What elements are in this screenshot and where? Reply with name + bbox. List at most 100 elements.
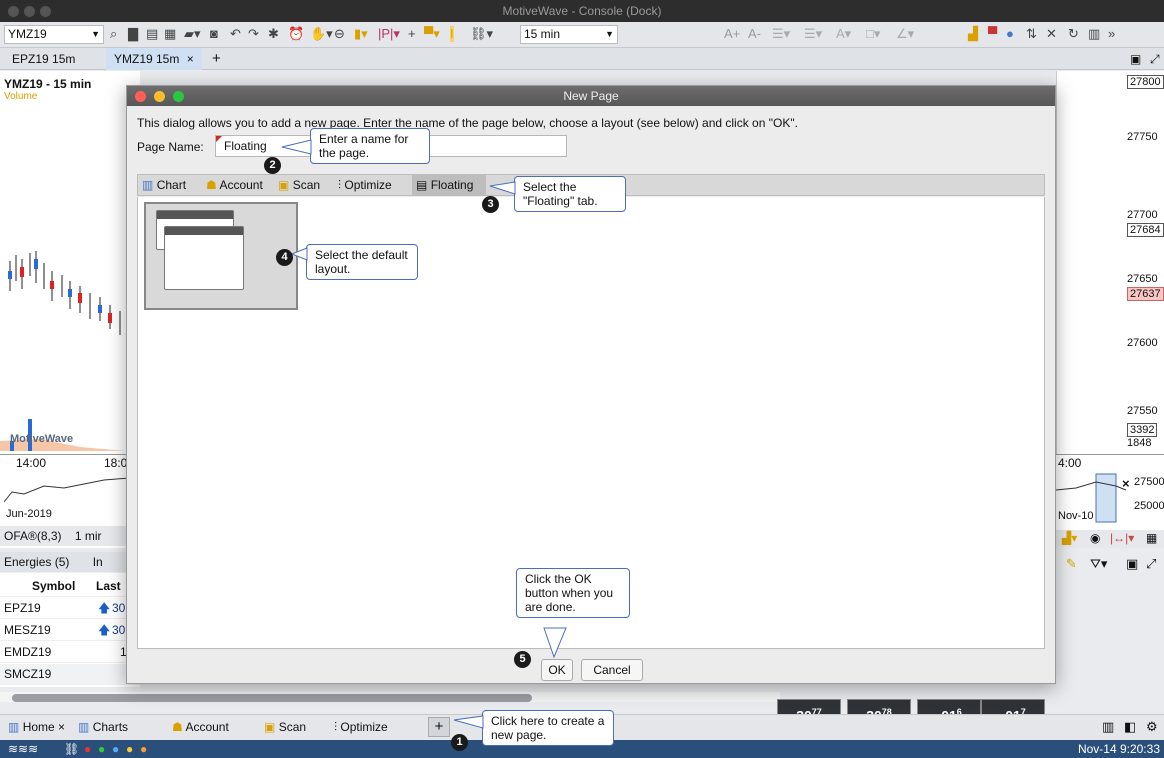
template-icon[interactable]: ▤ (146, 26, 158, 42)
add-icon[interactable]: + (408, 26, 416, 42)
callout-add-page: Click here to create a new page. (482, 710, 614, 746)
expand-icon[interactable]: ⤢ (1142, 48, 1164, 70)
tab-scan[interactable]: ▣ Scan (274, 175, 332, 195)
text-color-icon[interactable]: A▾ (836, 26, 851, 42)
up-arrow-icon: 🡅 (98, 601, 111, 615)
dialog-zoom-button[interactable] (173, 91, 184, 102)
scan-icon: ▣ (264, 720, 276, 734)
indicator-panel[interactable]: Jun-2019 OFA®(8,3) 1 mir (0, 470, 140, 548)
timeframe-select[interactable]: 15 min ▼ (520, 25, 618, 44)
range-icon[interactable]: |↔|▾ (1110, 531, 1134, 545)
table-row[interactable]: MESZ19 🡅 30 (0, 620, 140, 641)
window-title: MotiveWave - Console (Dock) (502, 4, 662, 18)
window-minimize-button[interactable] (24, 6, 35, 17)
calendar-icon[interactable]: ▦ (1146, 531, 1157, 545)
add-tab-button[interactable]: + (204, 48, 229, 70)
symbol-cell: MESZ19 (4, 623, 51, 637)
overflow-icon[interactable]: » (1108, 26, 1115, 42)
bottom-tab-charts[interactable]: ▥ Charts (78, 720, 128, 734)
fill-icon[interactable]: □▾ (866, 26, 880, 42)
watchlist-tab-other[interactable]: In (93, 555, 103, 569)
line-style-icon[interactable]: ∠▾ (896, 26, 914, 42)
dialog-close-button[interactable] (135, 91, 146, 102)
save-icon[interactable]: ▦ (164, 26, 176, 42)
search-icon[interactable]: ⌕ (110, 26, 117, 42)
panel-icon[interactable]: ▀▾ (424, 26, 440, 42)
watchlist-tab-energies[interactable]: Energies (5) (0, 555, 69, 569)
refresh-icon[interactable]: ↻ (1068, 26, 1079, 42)
eye-icon[interactable]: ◉ (1090, 531, 1100, 545)
chart-panel[interactable]: YMZ19 - 15 min Volume MotiveWave (0, 71, 140, 454)
hand-icon[interactable]: ✋▾ (310, 26, 333, 42)
horizontal-scrollbar-thumb[interactable] (12, 694, 532, 702)
date-label: Jun-2019 (6, 508, 52, 520)
link-icon[interactable]: ⛓▾ (470, 26, 493, 42)
bottom-tab-account[interactable]: ☗ Account (172, 720, 229, 734)
indicator-icon[interactable]: ▟▾ (1062, 531, 1077, 545)
filter-icon[interactable]: ⛛▾ (1090, 556, 1107, 572)
column-header-symbol[interactable]: Symbol (32, 576, 75, 597)
symbol-select[interactable]: YMZ19 ▼ (4, 25, 104, 44)
indicator-label-row[interactable]: OFA®(8,3) 1 mir (0, 526, 140, 546)
columns-icon[interactable]: ▥ (1102, 719, 1114, 735)
camera-icon[interactable]: ◙ (210, 26, 218, 42)
pencil-icon[interactable]: ✎ (1066, 556, 1077, 572)
gear-icon[interactable]: ⚙ (1146, 719, 1158, 735)
expand-icon[interactable]: ⤢ (1146, 556, 1156, 572)
crosshair-icon[interactable]: ✱ (268, 26, 279, 42)
align-icon[interactable]: ☰▾ (772, 26, 790, 42)
tab-account[interactable]: ☗ Account (202, 175, 272, 195)
layout-icon[interactable]: ▀ (988, 26, 997, 42)
sort-icon[interactable]: ⇅ (1026, 26, 1037, 42)
undo-icon[interactable]: ↶ (230, 26, 241, 42)
price-label: 27684 (1127, 223, 1164, 237)
tab-label: Account (219, 178, 263, 192)
close-icon[interactable]: × (58, 720, 65, 734)
period-icon[interactable]: |P|▾ (378, 26, 400, 42)
step-badge: 3 (482, 196, 499, 213)
right-indicator-panel[interactable]: × 27500 25000 Nov-10 (1056, 470, 1164, 530)
price-axis-panel[interactable]: 27800 27750 27700 27684 27650 27637 2760… (1056, 71, 1164, 454)
window-close-button[interactable] (8, 6, 19, 17)
bottom-tab-home[interactable]: ▥ Home × (8, 720, 65, 734)
status-dot-icon: ● (140, 742, 148, 756)
dialog-minimize-button[interactable] (154, 91, 165, 102)
close-icon[interactable]: × (1122, 476, 1130, 491)
chart-add-icon[interactable]: ▟ (968, 26, 978, 42)
maximize-icon[interactable]: ▣ (1126, 556, 1138, 572)
ok-button[interactable]: OK (541, 659, 573, 681)
tab-optimize[interactable]: ⫶ Optimize (334, 175, 408, 195)
alarm-icon[interactable]: ⏰ (288, 26, 304, 42)
tab-epz19[interactable]: EPZ19 15m (4, 48, 83, 70)
price-label: 27637 (1127, 287, 1164, 301)
default-layout-option[interactable] (144, 202, 298, 310)
zoom-out-icon[interactable]: ⊖ (334, 26, 345, 42)
bottom-tab-scan[interactable]: ▣ Scan (264, 720, 306, 734)
bottom-tab-label: Home (22, 720, 55, 734)
font-larger-icon[interactable]: A+ (724, 26, 740, 42)
page-icon[interactable]: ▇ (128, 26, 138, 42)
window-zoom-button[interactable] (40, 6, 51, 17)
table-row[interactable]: EMDZ19 1 (0, 642, 140, 663)
columns-icon[interactable]: ▥ (1088, 26, 1100, 42)
folder-icon[interactable]: ▰▾ (184, 26, 201, 42)
bottom-tab-optimize[interactable]: ⫶ Optimize (334, 720, 388, 735)
add-page-button[interactable]: + (428, 717, 450, 737)
light-icon[interactable]: ● (1006, 26, 1014, 42)
symbol-value: YMZ19 (8, 27, 47, 41)
close-icon[interactable]: × (187, 52, 194, 66)
font-smaller-icon[interactable]: A- (748, 26, 761, 42)
column-header-last[interactable]: Last (96, 576, 121, 597)
bar-type-icon[interactable]: ▮▾ (354, 26, 368, 42)
layers-icon[interactable]: ◧ (1124, 719, 1136, 735)
tab-floating[interactable]: ▤ Floating (412, 175, 486, 195)
tools-icon[interactable]: ✕ (1046, 26, 1057, 42)
chart-icon: ▥ (142, 178, 154, 192)
table-row[interactable]: SMCZ19 (0, 664, 140, 685)
cancel-button[interactable]: Cancel (581, 659, 643, 681)
table-row[interactable]: EPZ19 🡅 30 (0, 598, 140, 619)
cursor-icon[interactable]: I (450, 26, 454, 42)
list-icon[interactable]: ☰▾ (804, 26, 822, 42)
redo-icon[interactable]: ↷ (248, 26, 259, 42)
tab-ymz19[interactable]: YMZ19 15m × (106, 48, 202, 70)
